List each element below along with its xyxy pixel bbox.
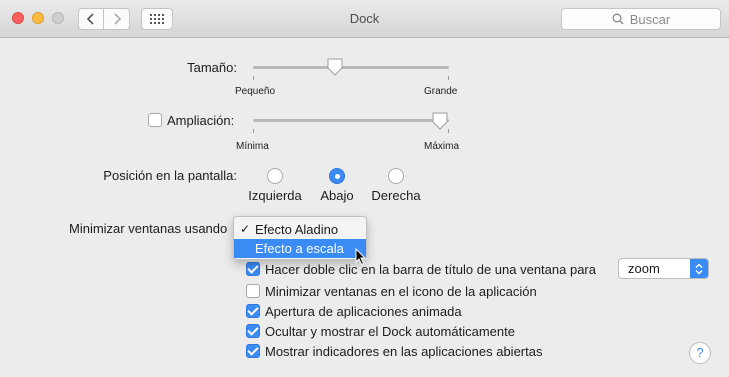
magnification-slider-thumb[interactable] <box>432 112 448 130</box>
updown-arrows-icon <box>690 259 708 278</box>
magnification-checkbox[interactable] <box>148 113 162 127</box>
position-radio-bottom[interactable] <box>329 168 345 184</box>
checkbox-autohide-dock[interactable] <box>246 324 260 338</box>
double-click-action-value: zoom <box>628 261 660 276</box>
size-max-label: Grande <box>424 86 458 97</box>
minimize-label: Minimizar ventanas usando <box>69 221 228 236</box>
minimize-effect-menu[interactable]: ✓ Efecto Aladino Efecto a escala <box>233 216 367 266</box>
magnification-slider[interactable] <box>253 119 449 122</box>
position-label: Posición en la pantalla: <box>103 168 237 183</box>
checkbox-double-click-label: Hacer doble clic en la barra de título d… <box>265 262 596 277</box>
menu-item-genie[interactable]: ✓ Efecto Aladino <box>234 220 366 239</box>
help-button[interactable]: ? <box>689 342 711 364</box>
menu-item-scale[interactable]: Efecto a escala <box>234 239 366 258</box>
checkbox-show-indicators-label: Mostrar indicadores en las aplicaciones … <box>265 344 543 359</box>
mouse-pointer-icon <box>355 248 367 266</box>
position-radio-right[interactable] <box>388 168 404 184</box>
dock-preferences-window: Dock Buscar Tamaño: Pequeño Grande Ampli… <box>0 0 729 377</box>
checkbox-minimize-into-app-label: Minimizar ventanas en el icono de la apl… <box>265 284 537 299</box>
search-field[interactable]: Buscar <box>561 8 721 30</box>
size-tick <box>253 76 254 80</box>
magnification-min-label: Mínima <box>236 141 269 152</box>
search-icon <box>612 13 624 25</box>
checkbox-animate-opening[interactable] <box>246 304 260 318</box>
size-tick <box>448 76 449 80</box>
search-placeholder: Buscar <box>629 11 671 27</box>
magnification-tick <box>448 129 449 133</box>
magnification-label: Ampliación: <box>167 113 235 128</box>
position-radio-left[interactable] <box>267 168 283 184</box>
position-option-right: Derecha <box>371 188 421 203</box>
checkbox-minimize-into-app[interactable] <box>246 284 260 298</box>
title-bar: Dock Buscar <box>0 0 729 38</box>
double-click-action-select[interactable]: zoom <box>618 258 709 279</box>
magnification-max-label: Máxima <box>424 141 460 152</box>
size-label: Tamaño: <box>187 60 237 75</box>
checkbox-autohide-dock-label: Ocultar y mostrar el Dock automáticament… <box>265 324 515 339</box>
checkmark-icon: ✓ <box>240 222 251 236</box>
size-min-label: Pequeño <box>235 86 276 97</box>
menu-item-scale-label: Efecto a escala <box>255 241 344 256</box>
checkbox-double-click[interactable] <box>246 262 260 276</box>
checkbox-animate-opening-label: Apertura de aplicaciones animada <box>265 304 462 319</box>
menu-item-genie-label: Efecto Aladino <box>255 222 339 237</box>
size-slider[interactable] <box>253 66 449 69</box>
size-slider-thumb[interactable] <box>327 58 343 76</box>
magnification-tick <box>253 129 254 133</box>
checkbox-show-indicators[interactable] <box>246 344 260 358</box>
